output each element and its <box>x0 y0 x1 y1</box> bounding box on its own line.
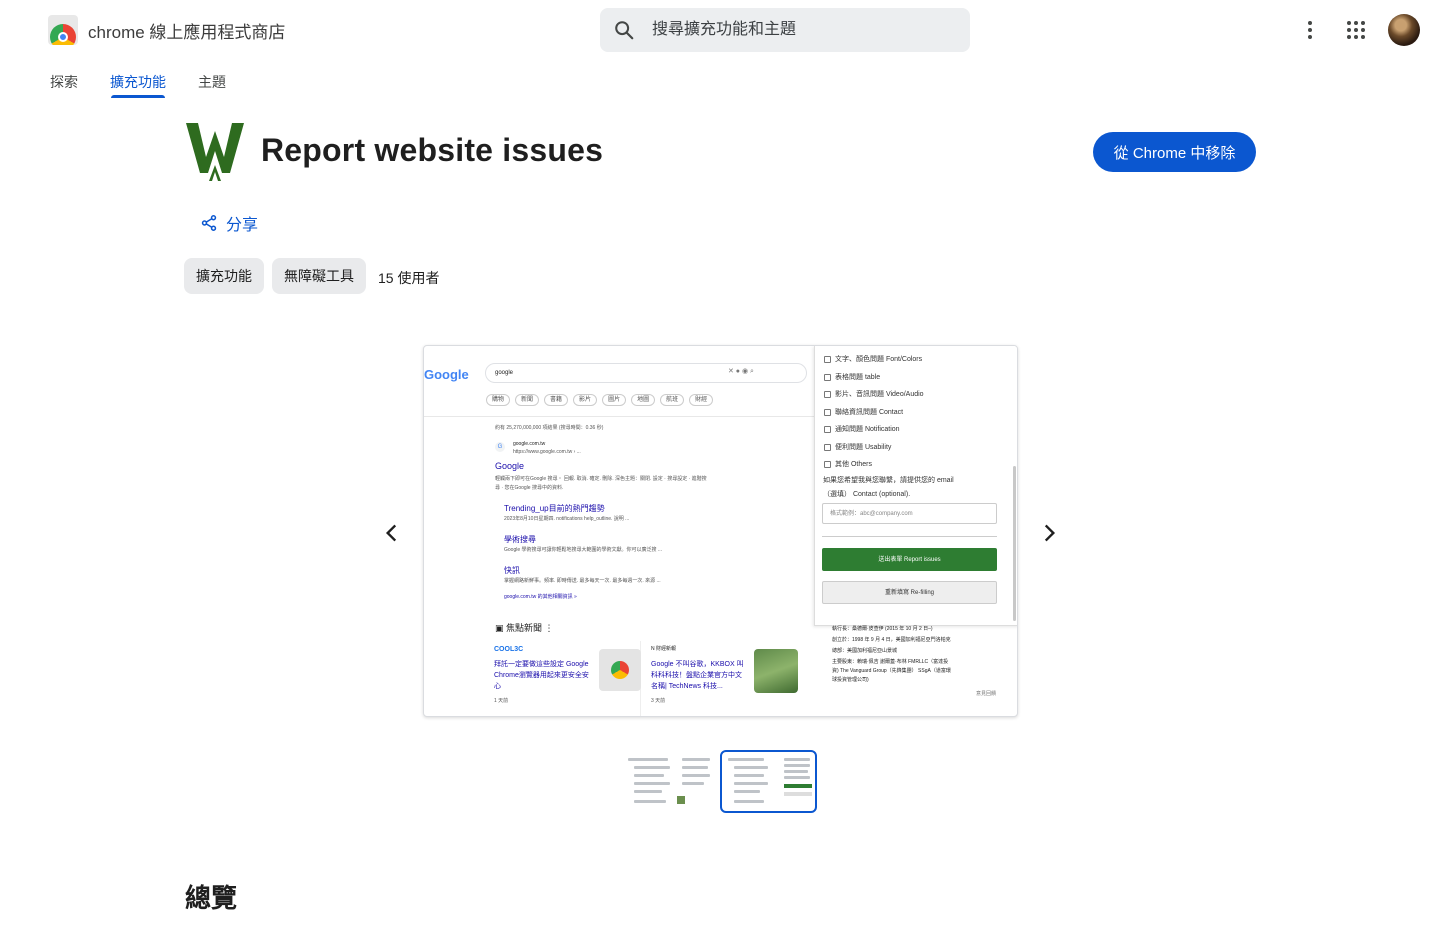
mini-sub-snippet: 掌握網路新鮮事。頻率. 即時傳送. 最多每天一次. 最多每週一次. 來源 ... <box>504 578 661 584</box>
mini-news-title: 拜託一定要做這些設定 Google Chrome瀏覽器用起來更安全安心 <box>494 661 589 690</box>
mini-reset-button: 重新填寫 Re-filling <box>822 581 997 604</box>
mini-form-option: 其他 Others <box>824 459 872 469</box>
thumbnail-2[interactable] <box>720 750 817 813</box>
extension-logo-icon <box>186 123 244 181</box>
chrome-web-store-logo-icon[interactable] <box>48 15 78 45</box>
mini-news-source: N 財經新報 <box>651 646 677 652</box>
share-icon <box>201 215 217 231</box>
mini-form-option: 聯絡資訊問題 Contact <box>824 407 903 417</box>
mini-email-prompt: 如果您希望我與您聯繫，請提供您的 email <box>823 477 954 484</box>
search-bar[interactable] <box>600 8 970 52</box>
remove-from-chrome-button[interactable]: 從 Chrome 中移除 <box>1093 132 1256 172</box>
mini-site-domain: google.com.tw <box>513 441 546 447</box>
mini-form-option: 通知問題 Notification <box>824 424 900 434</box>
more-vert-icon[interactable] <box>1298 18 1322 42</box>
mini-more-results: google.com.tw 的其他相關資訊 » <box>504 594 577 600</box>
mini-sub-title: 學術搜尋 <box>504 535 536 544</box>
mini-result-count: 約有 25,270,000,000 項結果 (搜尋時間：0.36 秒) <box>495 425 604 431</box>
mini-news-heading: ▣ 焦點新聞 ⋮ <box>495 623 554 633</box>
mini-sub-title: 快訊 <box>504 566 520 575</box>
mini-submit-button: 送出表單 Report issues <box>822 548 997 571</box>
mini-news-thumbnail <box>754 649 798 693</box>
share-label[interactable]: 分享 <box>226 211 258 235</box>
mini-snippet-1: 輕觸兩下即可在Google 搜尋・ 回報. 取消. 確定. 刪除. 深色主題：關… <box>495 476 707 482</box>
tab-themes[interactable]: 主題 <box>198 72 226 92</box>
active-tab-indicator <box>111 95 165 98</box>
mini-news-thumbnail <box>599 649 641 691</box>
extension-title: Report website issues <box>261 132 604 168</box>
mini-email-field: 格式範例：abc@company.com <box>822 503 997 524</box>
mini-clear-icon: ✕ ● ◉ ⌕ <box>728 368 754 375</box>
thumbnail-1[interactable] <box>622 752 716 812</box>
mini-form-option: 影片、音訊問題 Video/Audio <box>824 389 924 399</box>
mini-form-option: 表格問題 table <box>824 372 880 382</box>
share-button[interactable]: 分享 <box>200 211 258 235</box>
mini-site-url: https://www.google.com.tw › ... <box>513 449 581 455</box>
account-avatar[interactable] <box>1388 14 1420 46</box>
mini-favicon-icon: G <box>495 442 505 452</box>
mini-result-title: Google <box>495 461 525 471</box>
overview-heading: 總覽 <box>185 883 238 913</box>
mini-sub-title: Trending_up目前的熱門趨勢 <box>504 504 605 513</box>
carousel-prev-icon[interactable] <box>379 520 405 546</box>
mini-form-option: 文字、顏色問題 Font/Colors <box>824 354 922 364</box>
mini-knowledge-panel: 執行長：桑德爾·皮查伊 (2015 年 10 月 2 日–) 創立於：1998 … <box>832 626 996 697</box>
mini-news-source: COOL3C <box>494 646 524 653</box>
tab-explore[interactable]: 探索 <box>50 72 78 92</box>
mini-sub-snippet: 2023年8月10日星期四. notifications help_outlin… <box>504 516 630 522</box>
mini-news-title: Google 不叫谷歌，KKBOX 叫科科科技！盤點企業官方中文名稱| Tech… <box>651 661 744 690</box>
search-input[interactable] <box>652 8 952 52</box>
chip-extension[interactable]: 擴充功能 <box>184 258 264 294</box>
mini-snippet-2: 尋 · 您在Google 搜尋中的資料. <box>495 485 564 491</box>
tab-extensions[interactable]: 擴充功能 <box>110 72 166 92</box>
apps-grid-icon[interactable] <box>1344 18 1368 42</box>
chip-accessibility[interactable]: 無障礙工具 <box>272 258 366 294</box>
mini-email-prompt: （選填） Contact (optional). <box>823 491 911 498</box>
mini-sub-snippet: Google 學術搜尋可讓你輕鬆地搜尋大範圍的學術文獻。你可以廣泛搜 ... <box>504 547 663 553</box>
mini-news-age: 3 天前 <box>651 698 666 704</box>
carousel-next-icon[interactable] <box>1036 520 1062 546</box>
store-title[interactable]: chrome 線上應用程式商店 <box>88 18 285 43</box>
mini-news-age: 1 天前 <box>494 698 509 704</box>
mini-filters: 購物 新聞 書籍 影片 圖片 地圖 航班 財經 <box>486 394 714 406</box>
mini-form-option: 便利問題 Usability <box>824 442 891 452</box>
mini-query: google <box>495 370 514 376</box>
google-logo: Google <box>424 367 469 382</box>
search-icon[interactable] <box>613 19 635 41</box>
user-count: 15 使用者 <box>378 270 440 286</box>
